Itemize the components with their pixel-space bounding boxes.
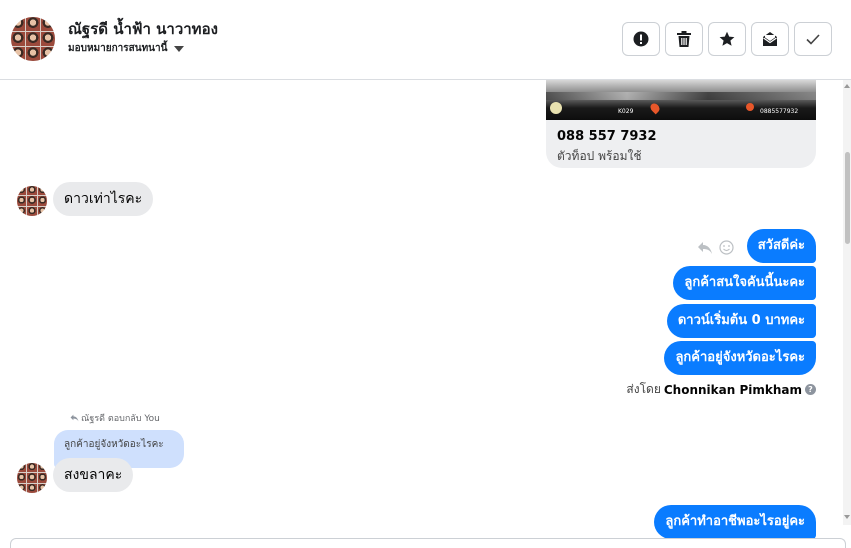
reply-small-icon bbox=[70, 414, 79, 422]
reply-meta: ณัฐรดี ตอบกลับ You bbox=[70, 411, 160, 425]
alert-icon bbox=[633, 31, 649, 47]
trash-icon bbox=[677, 31, 691, 47]
delete-button[interactable] bbox=[665, 22, 703, 56]
mark-spam-button[interactable] bbox=[622, 22, 660, 56]
message-composer[interactable] bbox=[10, 538, 846, 548]
outgoing-message[interactable]: ดาวน์เริ่มต้น 0 บาทคะ bbox=[666, 304, 816, 338]
phone-icon bbox=[746, 103, 754, 111]
scroll-down-icon[interactable] bbox=[844, 515, 850, 519]
incoming-message[interactable]: สงขลาคะ bbox=[53, 458, 134, 492]
incoming-message[interactable]: ดาวเท่าไรคะ bbox=[53, 182, 154, 216]
check-icon bbox=[806, 34, 820, 45]
caret-down-icon bbox=[174, 45, 185, 52]
assign-label: มอบหมายการสนทนานี้ bbox=[68, 43, 168, 54]
sent-by-name: Chonnikan Pimkham bbox=[663, 382, 802, 397]
contact-avatar[interactable] bbox=[11, 17, 55, 61]
outgoing-message[interactable]: ลูกค้าทำอาชีพอะไรอยู่คะ bbox=[654, 505, 816, 539]
star-button[interactable] bbox=[708, 22, 746, 56]
reply-icon[interactable] bbox=[697, 241, 713, 255]
location-pin-icon bbox=[648, 101, 662, 115]
mark-unread-icon bbox=[763, 32, 777, 46]
post-image-code: K029 bbox=[618, 108, 634, 115]
dealer-logo-icon bbox=[550, 102, 562, 114]
reply-meta-text: ณัฐรดี ตอบกลับ You bbox=[81, 414, 160, 424]
star-icon bbox=[719, 31, 735, 46]
sent-by-prefix: ส่งโดย bbox=[626, 382, 661, 396]
message-scrollbar[interactable] bbox=[843, 80, 851, 525]
post-image: K029 0885577932 bbox=[546, 80, 816, 120]
contact-name[interactable]: ณัฐรดี น้ำฟ้า นาวาทอง bbox=[68, 17, 218, 41]
scroll-thumb[interactable] bbox=[845, 152, 850, 244]
mark-unread-button[interactable] bbox=[751, 22, 789, 56]
help-icon[interactable]: ? bbox=[805, 384, 816, 395]
shared-post-card[interactable]: K029 0885577932 088 557 7932 ตัวท็อป พร้… bbox=[546, 80, 816, 168]
conversation-header: ณัฐรดี น้ำฟ้า นาวาทอง มอบหมายการสนทนานี้ bbox=[0, 0, 851, 80]
contact-avatar-small[interactable] bbox=[17, 186, 47, 216]
mark-done-button[interactable] bbox=[794, 22, 832, 56]
outgoing-message[interactable]: สวัสดีค่ะ bbox=[746, 229, 816, 263]
contact-avatar-small[interactable] bbox=[17, 463, 47, 493]
react-emoji-icon[interactable] bbox=[719, 240, 734, 255]
post-image-phone: 0885577932 bbox=[760, 108, 799, 115]
card-phone: 088 557 7932 bbox=[557, 129, 657, 144]
card-subtitle: ตัวท็อป พร้อมใช้ bbox=[557, 149, 642, 163]
assign-conversation-dropdown[interactable]: มอบหมายการสนทนานี้ bbox=[68, 41, 185, 56]
sent-by-label: ส่งโดย Chonnikan Pimkham ? bbox=[626, 380, 816, 399]
scroll-up-icon[interactable] bbox=[844, 84, 850, 88]
message-actions bbox=[697, 240, 734, 255]
outgoing-message[interactable]: ลูกค้าอยู่จังหวัดอะไรคะ bbox=[664, 341, 816, 375]
outgoing-message[interactable]: ลูกค้าสนใจคันนี้นะคะ bbox=[673, 266, 816, 300]
